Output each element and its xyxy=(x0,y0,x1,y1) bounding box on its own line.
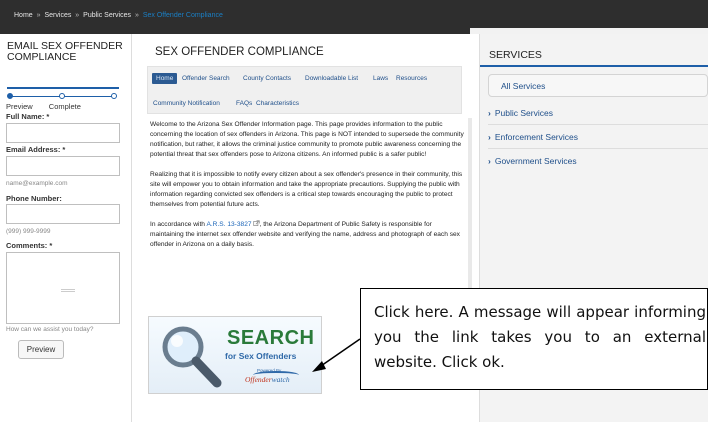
search-banner-word: SEARCH xyxy=(227,327,315,349)
form-progress-track xyxy=(7,93,117,99)
form-steps: Preview Complete xyxy=(6,102,81,111)
step-preview-label: Preview xyxy=(6,102,33,111)
breadcrumb-services[interactable]: Services xyxy=(45,12,72,19)
chevron-right-icon: › xyxy=(488,156,491,166)
services-divider xyxy=(480,65,708,67)
chevron-right-icon: › xyxy=(488,132,491,142)
divider xyxy=(488,124,708,125)
breadcrumb-current: Sex Offender Compliance xyxy=(142,12,223,19)
tab-downloadable-list[interactable]: Downloadable List xyxy=(305,75,358,82)
statute-paragraph: In accordance with A.R.S. 13-3827, the A… xyxy=(150,220,466,250)
breadcrumb-separator: » xyxy=(36,12,41,19)
breadcrumb-separator: » xyxy=(134,12,139,19)
service-label: Public Services xyxy=(494,108,553,118)
progress-step-dot xyxy=(7,93,13,99)
full-name-label: Full Name: * xyxy=(6,112,50,121)
divider xyxy=(488,148,708,149)
services-title: SERVICES xyxy=(489,49,542,61)
service-enforcement[interactable]: › Enforcement Services xyxy=(488,132,578,142)
preview-button[interactable]: Preview xyxy=(18,340,64,359)
email-label: Email Address: * xyxy=(6,145,66,154)
chevron-right-icon: › xyxy=(488,108,491,118)
service-public[interactable]: › Public Services xyxy=(488,108,553,118)
magnifier-icon xyxy=(162,326,222,388)
instruction-callout: Click here. A message will appear inform… xyxy=(360,288,708,390)
notification-paragraph: Realizing that it is impossible to notif… xyxy=(150,171,463,208)
form-title: EMAIL SEX OFFENDER COMPLIANCE xyxy=(7,40,123,63)
email-form-panel: EMAIL SEX OFFENDER COMPLIANCE Preview Co… xyxy=(0,34,132,422)
tab-laws[interactable]: Laws xyxy=(373,75,388,82)
form-title-divider xyxy=(7,87,119,89)
progress-step-dot xyxy=(59,93,65,99)
welcome-paragraph: Welcome to the Arizona Sex Offender Info… xyxy=(150,121,464,158)
email-field[interactable] xyxy=(6,156,120,176)
all-services-link[interactable]: All Services xyxy=(488,74,708,97)
breadcrumb-separator: » xyxy=(75,12,80,19)
service-label: Enforcement Services xyxy=(494,132,578,142)
full-name-field[interactable] xyxy=(6,123,120,143)
tab-offender-search[interactable]: Offender Search xyxy=(182,75,230,82)
resize-handle[interactable] xyxy=(61,291,75,292)
service-label: Government Services xyxy=(494,156,577,166)
phone-label: Phone Number: xyxy=(6,194,62,203)
comments-textarea[interactable] xyxy=(6,252,120,324)
external-link-icon xyxy=(252,220,260,226)
search-offenders-banner-link[interactable]: SEARCH for Sex Offenders Powered By Offe… xyxy=(148,316,322,394)
offenderwatch-logo: Offenderwatch xyxy=(245,375,290,384)
offenderwatch-logo-part: watch xyxy=(271,375,290,384)
statute-link[interactable]: A.R.S. 13-3827 xyxy=(206,221,251,228)
content-body: Welcome to the Arizona Sex Offender Info… xyxy=(150,120,466,260)
powered-by-label: Powered By xyxy=(257,368,282,373)
offenderwatch-logo-part: Offender xyxy=(245,375,272,384)
comments-hint: How can we assist you today? xyxy=(6,326,94,333)
page-title: SEX OFFENDER COMPLIANCE xyxy=(155,46,324,58)
breadcrumb-public-services[interactable]: Public Services xyxy=(83,12,131,19)
email-hint: name@example.com xyxy=(6,180,68,187)
tab-community-notification[interactable]: Community Notification xyxy=(153,100,220,107)
service-government[interactable]: › Government Services xyxy=(488,156,577,166)
resize-handle[interactable] xyxy=(61,289,75,290)
phone-field[interactable] xyxy=(6,204,120,224)
progress-step-dot xyxy=(111,93,117,99)
top-navigation-bar: Home » Services » Public Services » Sex … xyxy=(0,0,708,34)
tab-home[interactable]: Home xyxy=(152,73,178,84)
breadcrumb: Home » Services » Public Services » Sex … xyxy=(14,12,223,19)
statute-text-start: In accordance with xyxy=(150,221,207,228)
phone-hint: (999) 999-9999 xyxy=(6,228,51,235)
callout-text: Click here. A message will appear inform… xyxy=(374,303,706,371)
tab-resources[interactable]: Resources xyxy=(396,75,427,82)
step-complete-label: Complete xyxy=(48,102,81,111)
search-banner-subtitle: for Sex Offenders xyxy=(225,351,297,361)
tab-faqs[interactable]: FAQs xyxy=(236,100,252,107)
breadcrumb-home[interactable]: Home xyxy=(14,12,33,19)
tab-bar: Home Offender Search County Contacts Dow… xyxy=(147,66,462,114)
tab-county-contacts[interactable]: County Contacts xyxy=(243,75,291,82)
tab-characteristics[interactable]: Characteristics xyxy=(256,100,299,107)
content-scrollbar[interactable] xyxy=(468,118,472,288)
comments-label: Comments: * xyxy=(6,241,53,250)
